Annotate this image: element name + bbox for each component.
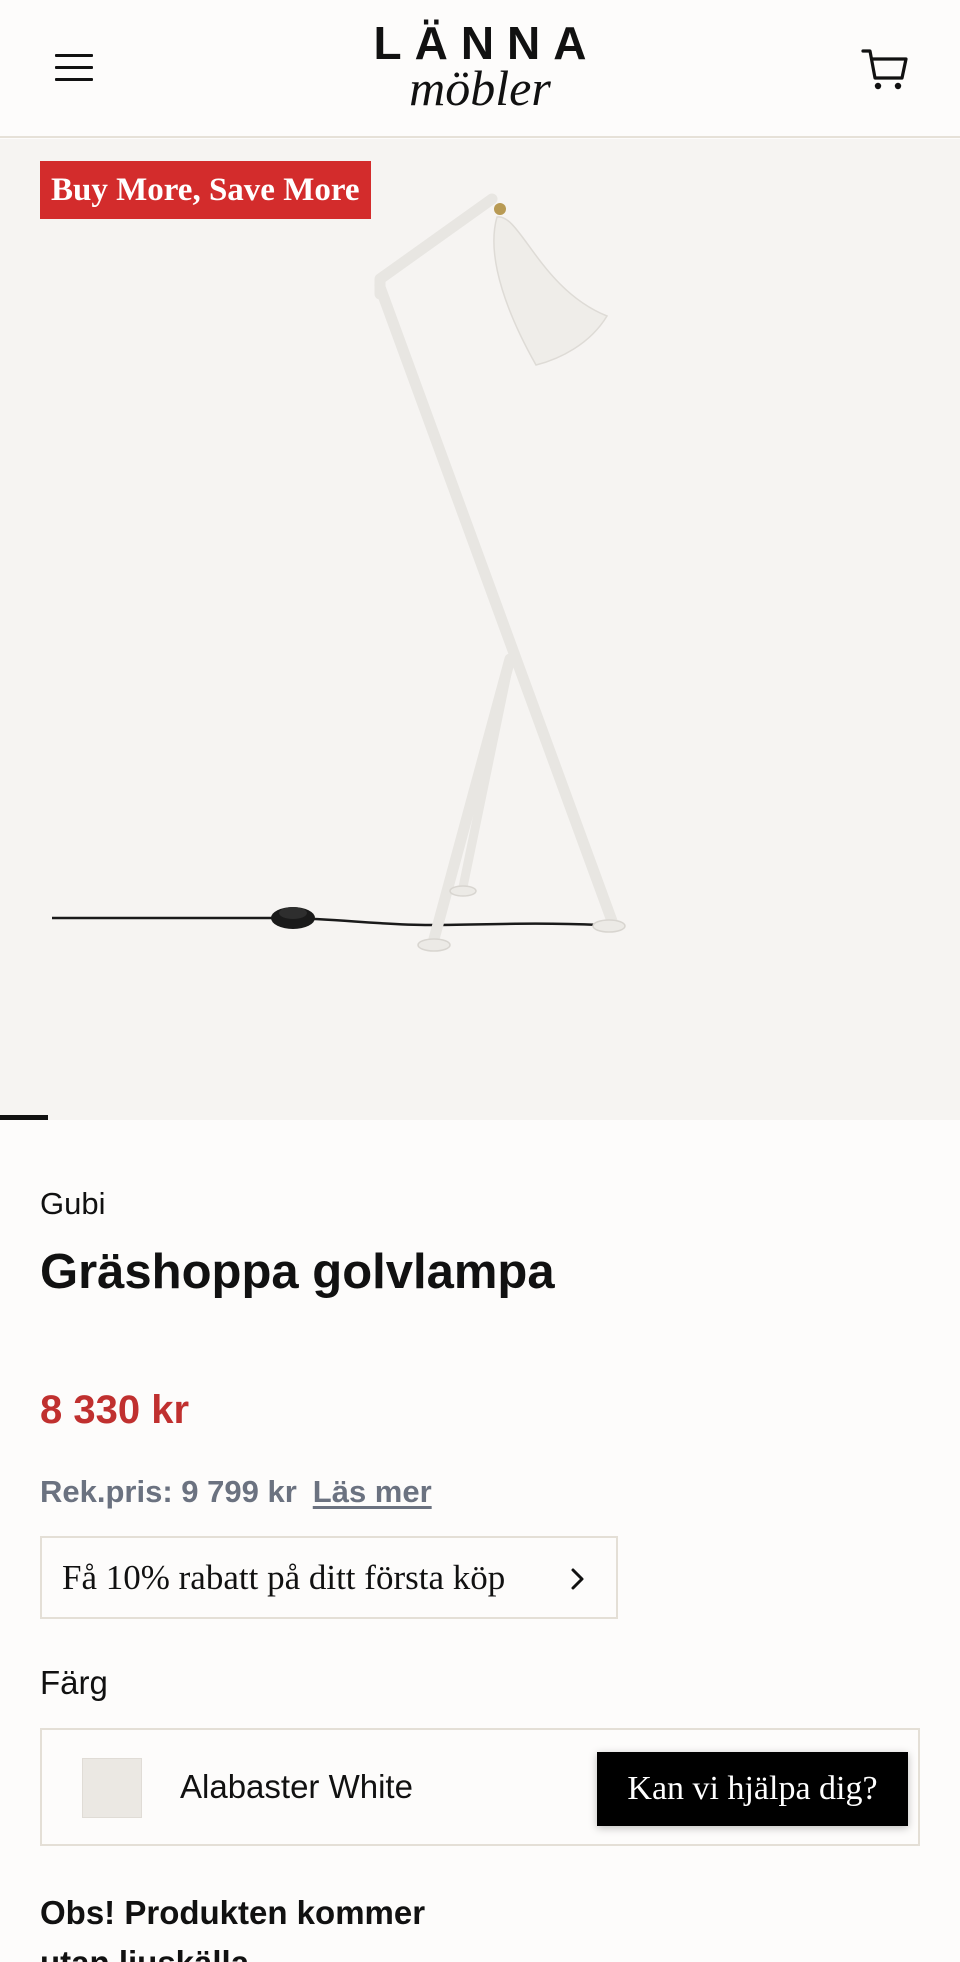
product-image [52, 193, 626, 952]
selected-color-name: Alabaster White [180, 1768, 413, 1805]
chat-help-button[interactable]: Kan vi hjälpa dig? [597, 1752, 908, 1826]
promo-badge: Buy More, Save More [40, 161, 371, 219]
color-label: Färg [40, 1664, 108, 1701]
first-purchase-discount-banner[interactable]: Få 10% rabatt på ditt första köp [40, 1536, 618, 1619]
product-title: Gräshoppa golvlampa [40, 1245, 555, 1299]
color-swatch [82, 1758, 142, 1818]
chevron-right-icon [571, 1568, 584, 1590]
hamburger-menu-icon[interactable] [48, 48, 100, 88]
product-price: 8 330 kr [40, 1388, 190, 1432]
site-logo[interactable]: LÄNNA möbler [320, 20, 640, 114]
logo-subtitle: möbler [409, 60, 551, 116]
discount-offer-text: Få 10% rabatt på ditt första köp [62, 1558, 506, 1597]
shopping-cart-icon[interactable] [860, 44, 910, 94]
product-image-gallery[interactable]: Buy More, Save More [0, 139, 960, 1120]
site-header: LÄNNA möbler [0, 0, 960, 138]
recommended-price: Rek.pris: 9 799 kr [40, 1474, 297, 1509]
read-more-link[interactable]: Läs mer [313, 1474, 432, 1509]
product-note: Obs! Produkten kommer utan ljuskälla [40, 1894, 426, 1962]
product-brand[interactable]: Gubi [40, 1186, 105, 1222]
gallery-progress-indicator [0, 1115, 48, 1120]
recommended-price-row: Rek.pris: 9 799 kr Läs mer [40, 1474, 432, 1510]
